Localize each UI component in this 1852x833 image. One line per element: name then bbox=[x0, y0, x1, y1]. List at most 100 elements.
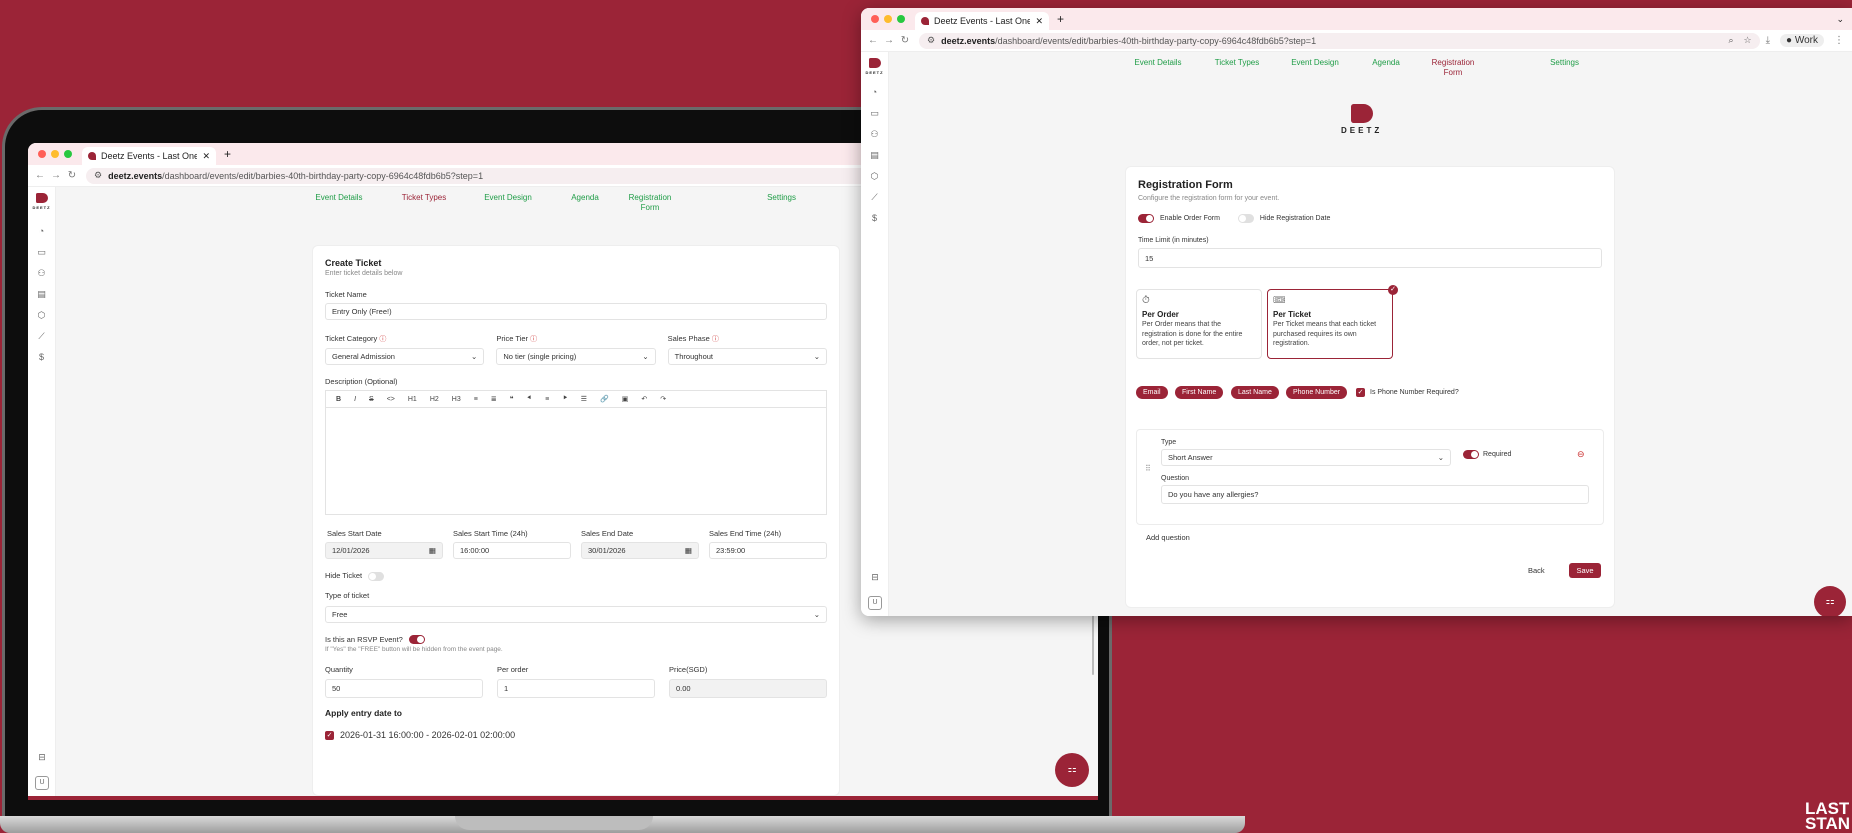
tab-agenda[interactable]: Agenda bbox=[1341, 58, 1431, 78]
tickets-icon[interactable]: ▤ bbox=[37, 289, 47, 299]
reload-icon[interactable]: ↻ bbox=[897, 35, 913, 46]
browser-tab[interactable]: Deetz Events - Last One Stan ✕ bbox=[915, 12, 1049, 30]
calendar-icon[interactable]: ▦ bbox=[685, 546, 692, 555]
sales-start-date-input[interactable]: 12/01/2026 ▦ bbox=[325, 542, 443, 559]
hide-ticket-toggle[interactable] bbox=[368, 571, 385, 581]
per-order-input[interactable]: 1 bbox=[497, 679, 655, 699]
rsvp-toggle[interactable] bbox=[408, 635, 425, 645]
quantity-input[interactable]: 50 bbox=[325, 679, 483, 699]
zoom-icon[interactable]: ⌕ bbox=[1728, 35, 1733, 46]
packages-icon[interactable]: ⬡ bbox=[870, 171, 880, 181]
forward-icon[interactable]: → bbox=[881, 35, 897, 46]
tab-registration-form[interactable]: Registration Form bbox=[1431, 58, 1475, 78]
tab-event-design[interactable]: Event Design bbox=[1289, 58, 1341, 78]
info-icon[interactable]: ⓘ bbox=[530, 336, 537, 343]
users-icon[interactable]: ⚇ bbox=[870, 129, 880, 139]
close-dot[interactable] bbox=[871, 15, 879, 23]
dashboard-icon[interactable]: ◔ bbox=[37, 226, 47, 236]
new-tab-icon[interactable]: + bbox=[1049, 12, 1072, 26]
price-input[interactable]: 0.00 bbox=[669, 679, 827, 699]
checkbox-checked[interactable]: ✓ bbox=[1356, 388, 1365, 397]
tab-event-design[interactable]: Event Design bbox=[474, 193, 542, 213]
field-pill-last-name[interactable]: Last Name bbox=[1231, 386, 1279, 399]
question-input[interactable]: Do you have any allergies? bbox=[1161, 485, 1589, 504]
tab-list-icon[interactable]: ⌄ bbox=[1836, 14, 1844, 25]
ticket-name-input[interactable]: Entry Only (Free!) bbox=[325, 303, 827, 320]
info-icon[interactable]: ⓘ bbox=[379, 336, 386, 343]
phone-required-row[interactable]: ✓ Is Phone Number Required? bbox=[1356, 388, 1459, 397]
align-left-icon[interactable]: ⯇ bbox=[526, 395, 532, 403]
bold-icon[interactable]: B bbox=[336, 396, 341, 403]
back-icon[interactable]: ← bbox=[865, 35, 881, 46]
events-icon[interactable]: ▭ bbox=[37, 247, 47, 257]
info-icon[interactable]: ⓘ bbox=[712, 336, 719, 343]
tab-ticket-types[interactable]: Ticket Types bbox=[1185, 58, 1289, 78]
per-ticket-option[interactable]: 🎟 Per Ticket Per Ticket means that each … bbox=[1267, 289, 1393, 359]
time-limit-input[interactable]: 15 bbox=[1138, 248, 1602, 268]
price-tier-select[interactable]: No tier (single pricing) ⌄ bbox=[496, 348, 656, 365]
h2-icon[interactable]: H2 bbox=[430, 396, 439, 403]
tab-ticket-types[interactable]: Ticket Types bbox=[374, 193, 474, 213]
link-icon[interactable]: 🔗 bbox=[600, 395, 609, 403]
tab-event-details[interactable]: Event Details bbox=[304, 193, 374, 213]
packages-icon[interactable]: ⬡ bbox=[37, 310, 47, 320]
sales-end-date-input[interactable]: 30/01/2026 ▦ bbox=[581, 542, 699, 559]
undo-icon[interactable]: ↶ bbox=[641, 395, 647, 403]
tab-event-details[interactable]: Event Details bbox=[1131, 58, 1185, 78]
bullet-list-icon[interactable]: ≡ bbox=[474, 396, 478, 403]
avatar[interactable]: U bbox=[35, 776, 49, 790]
question-type-select[interactable]: Short Answer ⌄ bbox=[1161, 449, 1451, 466]
payments-icon[interactable]: $ bbox=[37, 352, 47, 362]
hide-registration-date-toggle[interactable] bbox=[1237, 214, 1254, 223]
description-editor[interactable] bbox=[325, 407, 827, 515]
sales-end-time-input[interactable]: 23:59:00 bbox=[709, 542, 827, 559]
align-right-icon[interactable]: ⯈ bbox=[562, 395, 568, 403]
forward-icon[interactable]: → bbox=[48, 170, 64, 181]
apply-entry-date-item[interactable]: ✓ 2026-01-31 16:00:00 - 2026-02-01 02:00… bbox=[325, 730, 827, 740]
back-icon[interactable]: ← bbox=[32, 170, 48, 181]
ticket-category-select[interactable]: General Admission ⌄ bbox=[325, 348, 485, 365]
download-icon[interactable]: ⤓ bbox=[1766, 35, 1770, 46]
field-pill-first-name[interactable]: First Name bbox=[1175, 386, 1224, 399]
dashboard-icon[interactable]: ◔ bbox=[870, 87, 880, 97]
tab-registration-form[interactable]: Registration Form bbox=[628, 193, 672, 213]
remove-question-icon[interactable]: ⊖ bbox=[1577, 449, 1585, 460]
quote-icon[interactable]: ❝ bbox=[510, 395, 514, 403]
menu-icon[interactable]: ⋮ bbox=[1834, 35, 1844, 46]
site-settings-icon[interactable]: ⚙ bbox=[927, 35, 935, 46]
tab-agenda[interactable]: Agenda bbox=[542, 193, 628, 213]
events-icon[interactable]: ▭ bbox=[870, 108, 880, 118]
assistant-fab-icon[interactable]: ⚏ bbox=[1055, 753, 1089, 787]
enable-order-form-toggle[interactable] bbox=[1138, 214, 1154, 223]
minimize-dot[interactable] bbox=[884, 15, 892, 23]
assistant-fab-icon[interactable]: ⚏ bbox=[1814, 586, 1846, 616]
analytics-icon[interactable]: ⟋ bbox=[870, 192, 880, 202]
close-tab-icon[interactable]: ✕ bbox=[202, 151, 210, 162]
strike-icon[interactable]: S bbox=[369, 396, 374, 403]
field-pill-email[interactable]: Email bbox=[1136, 386, 1168, 399]
sales-phase-select[interactable]: Throughout ⌄ bbox=[667, 348, 827, 365]
italic-icon[interactable]: I bbox=[354, 396, 356, 403]
tab-settings[interactable]: Settings bbox=[1475, 58, 1579, 78]
drag-handle-icon[interactable]: ⠿ bbox=[1145, 464, 1151, 473]
new-tab-icon[interactable]: + bbox=[216, 147, 239, 161]
site-settings-icon[interactable]: ⚙ bbox=[94, 170, 102, 181]
required-toggle[interactable] bbox=[1463, 450, 1479, 459]
close-tab-icon[interactable]: ✕ bbox=[1035, 16, 1043, 27]
save-button[interactable]: Save bbox=[1569, 563, 1601, 578]
h1-icon[interactable]: H1 bbox=[408, 396, 417, 403]
bookmark-star-icon[interactable]: ☆ bbox=[1744, 35, 1752, 46]
analytics-icon[interactable]: ⟋ bbox=[37, 331, 47, 341]
close-dot[interactable] bbox=[38, 150, 46, 158]
redo-icon[interactable]: ↷ bbox=[660, 395, 666, 403]
collapse-icon[interactable]: ⊟ bbox=[870, 572, 880, 582]
per-order-option[interactable]: ⏱ Per Order Per Order means that the reg… bbox=[1136, 289, 1262, 359]
reload-icon[interactable]: ↻ bbox=[64, 170, 80, 181]
maximize-dot[interactable] bbox=[64, 150, 72, 158]
payments-icon[interactable]: $ bbox=[870, 213, 880, 223]
minimize-dot[interactable] bbox=[51, 150, 59, 158]
ordered-list-icon[interactable]: ≣ bbox=[491, 395, 497, 403]
avatar[interactable]: U bbox=[868, 596, 882, 610]
align-justify-icon[interactable]: ☰ bbox=[581, 395, 587, 403]
align-center-icon[interactable]: ≡ bbox=[545, 396, 549, 403]
